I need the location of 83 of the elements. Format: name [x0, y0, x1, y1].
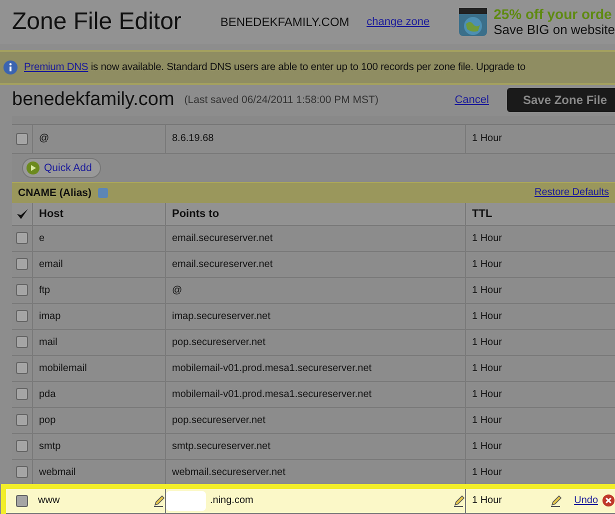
pencil-icon[interactable]	[153, 494, 165, 507]
table-cell: mobilemail-v01.prod.mesa1.secureserver.net	[165, 356, 465, 381]
table-row[interactable]: pda mobilemail-v01.prod.mesa1.secureserver.net 1 Hour	[12, 382, 615, 408]
pencil-icon[interactable]	[453, 494, 465, 507]
quick-add-button[interactable]: Quick Add	[22, 158, 101, 178]
promo-headline: 25% off your orde	[494, 6, 613, 22]
checkbox[interactable]	[16, 232, 28, 244]
table-row[interactable]: mobilemail mobilemail-v01.prod.mesa1.secureserver.net 1 Hour	[12, 356, 615, 382]
table-cell: 1 Hour	[465, 278, 615, 303]
table-cell: email.secureserver.net	[165, 226, 465, 251]
table-cell: 8.6.19.68	[165, 124, 465, 153]
table-cell: 1 Hour	[465, 252, 615, 277]
column-header: TTL	[465, 202, 615, 225]
checkbox[interactable]	[16, 466, 28, 478]
table-row[interactable]: e email.secureserver.net 1 Hour	[12, 226, 615, 252]
table-cell: @	[32, 124, 165, 153]
table-cell: 1 Hour	[465, 124, 615, 153]
zone-name: benedekfamily.com	[12, 89, 174, 112]
table-row[interactable]: mail pop.secureserver.net 1 Hour	[12, 330, 615, 356]
play-icon	[26, 160, 40, 175]
cancel-link[interactable]: Cancel	[454, 94, 489, 106]
table-cell: pop.secureserver.net	[165, 330, 465, 355]
table-cell: 1 Hour	[465, 382, 615, 407]
table-cell: 1 Hour	[465, 304, 615, 329]
checkbox[interactable]	[16, 258, 28, 270]
help-icon[interactable]	[98, 188, 108, 198]
premium-dns-link[interactable]: Premium DNS	[24, 62, 88, 73]
checkbox[interactable]	[16, 336, 28, 348]
table-cell: mail	[32, 330, 165, 355]
table-cell: @	[165, 278, 465, 303]
ttl-value[interactable]: 1 Hour	[472, 495, 502, 506]
save-zone-file-button[interactable]: Save Zone File	[506, 88, 615, 112]
checkbox[interactable]	[16, 132, 28, 145]
checkmark-icon[interactable]	[16, 208, 28, 220]
table-cell: pop	[32, 408, 165, 433]
table-cell: imap.secureserver.net	[165, 304, 465, 329]
pencil-icon[interactable]	[550, 494, 562, 507]
checkbox[interactable]	[16, 310, 28, 322]
column-header: Host	[32, 202, 165, 225]
notice-text: Premium DNS is now available. Standard DNS users are able to enter up to 100 records per zone file. Upgrade to	[24, 62, 526, 73]
checkbox[interactable]	[16, 362, 28, 374]
table-cell: 1 Hour	[465, 330, 615, 355]
checkbox[interactable]	[16, 440, 28, 452]
table-cell: pop.secureserver.net	[165, 408, 465, 433]
table-cell: smtp	[32, 434, 165, 459]
delete-icon[interactable]	[602, 494, 615, 508]
info-icon	[3, 60, 18, 75]
promo-subline: Save BIG on website	[494, 22, 615, 38]
table-row[interactable]: smtp smtp.secureserver.net 1 Hour	[12, 434, 615, 460]
table-cell: 1 Hour	[465, 434, 615, 459]
table-cell: ftp	[32, 278, 165, 303]
last-saved-text: (Last saved 06/24/2011 1:58:00 PM MST)	[184, 94, 380, 106]
checkbox[interactable]	[16, 284, 28, 296]
table-row[interactable]: email email.secureserver.net 1 Hour	[12, 252, 615, 278]
table-cell: mobilemail	[32, 356, 165, 381]
table-cell: 1 Hour	[465, 226, 615, 251]
table-row[interactable]: webmail webmail.secureserver.net 1 Hour	[12, 460, 615, 486]
table-cell: 1 Hour	[465, 356, 615, 381]
table-row[interactable]: imap imap.secureserver.net 1 Hour	[12, 304, 615, 330]
globe-icon	[458, 6, 488, 37]
table-cell: email.secureserver.net	[165, 252, 465, 277]
change-zone-link[interactable]: change zone	[366, 16, 430, 28]
host-value[interactable]: www	[38, 495, 60, 506]
checkbox[interactable]	[16, 388, 28, 400]
redaction-block	[166, 490, 206, 511]
table-cell: e	[32, 226, 165, 251]
table-row[interactable]: ftp @ 1 Hour	[12, 278, 615, 304]
points-to-value[interactable]: .ning.com	[210, 495, 254, 506]
table-cell: mobilemail-v01.prod.mesa1.secureserver.net	[165, 382, 465, 407]
table-cell: imap	[32, 304, 165, 329]
table-cell: pda	[32, 382, 165, 407]
undo-link[interactable]: Undo	[574, 495, 598, 506]
section-title: CNAME (Alias)	[18, 186, 92, 199]
table-cell: 1 Hour	[465, 408, 615, 433]
checkbox[interactable]	[16, 414, 28, 426]
domain-name: BENEDEKFAMILY.COM	[220, 14, 350, 29]
restore-defaults-link[interactable]: Restore Defaults	[534, 187, 609, 198]
page-title: Zone File Editor	[12, 8, 182, 36]
table-cell: email	[32, 252, 165, 277]
table-cell: smtp.secureserver.net	[165, 434, 465, 459]
column-header: Points to	[165, 202, 465, 225]
checkbox[interactable]	[16, 494, 28, 507]
table-row[interactable]: pop pop.secureserver.net 1 Hour	[12, 408, 615, 434]
